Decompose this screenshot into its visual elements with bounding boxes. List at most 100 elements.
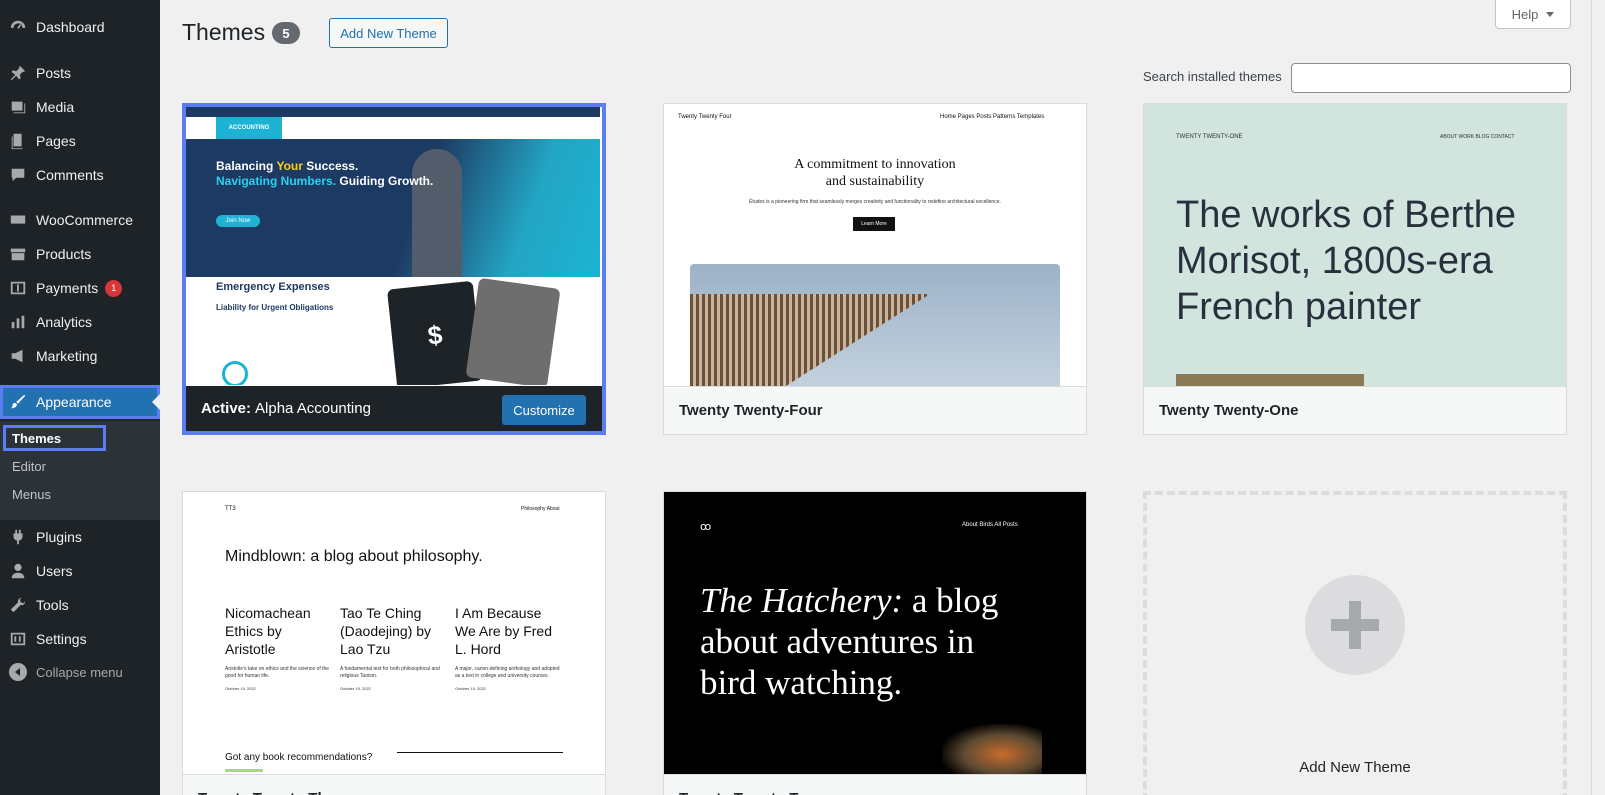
menu-comments[interactable]: Comments	[0, 158, 160, 192]
menu-label: Appearance	[36, 394, 112, 410]
search-themes-input[interactable]	[1291, 63, 1571, 93]
search-label: Search installed themes	[1143, 69, 1282, 84]
menu-plugins[interactable]: Plugins	[0, 520, 160, 554]
preview-excerpt: A major, canon-defining anthology and ad…	[455, 666, 560, 679]
menu-dashboard[interactable]: Dashboard	[0, 10, 160, 44]
theme-name: Twenty Twenty-Three	[183, 774, 605, 795]
help-button[interactable]: Help	[1495, 0, 1571, 29]
menu-media[interactable]: Media	[0, 90, 160, 124]
preview-heading: The Hatchery: a blog about adventures in…	[700, 580, 1030, 703]
settings-icon	[8, 629, 28, 649]
woocommerce-icon	[8, 210, 28, 230]
theme-name: Twenty Twenty-Four	[664, 386, 1086, 434]
menu-products[interactable]: Products	[0, 237, 160, 271]
theme-screenshot: ꝏ About Birds All Posts The Hatchery: a …	[664, 492, 1086, 774]
menu-label: Settings	[36, 631, 87, 647]
menu-label: Marketing	[36, 348, 98, 364]
menu-label: Comments	[36, 167, 104, 183]
plug-icon	[8, 527, 28, 547]
add-new-theme-label: Add New Theme	[1299, 759, 1411, 776]
preview-post-title: Tao Te Ching (Daodejing) by Lao Tzu	[340, 605, 432, 657]
menu-label: WooCommerce	[36, 212, 133, 228]
theme-footer: Active: Alpha Accounting Customize	[186, 386, 602, 431]
plus-icon	[1305, 575, 1405, 675]
preview-subheading: Liability for Urgent Obligations	[216, 303, 334, 312]
theme-screenshot: TWENTY TWENTY-ONE ABOUT WORK BLOG CONTAC…	[1144, 104, 1566, 386]
preview-accent-bar	[225, 769, 263, 772]
menu-pages[interactable]: Pages	[0, 124, 160, 158]
theme-card[interactable]: ꝏ About Birds All Posts The Hatchery: a …	[663, 491, 1087, 795]
media-icon	[8, 97, 28, 117]
preview-logo: ACCOUNTING	[216, 117, 282, 139]
preview-excerpt: A fundamental text for both philosophica…	[340, 666, 440, 679]
theme-name: Twenty Twenty-One	[1144, 386, 1566, 434]
menu-appearance[interactable]: Appearance	[0, 385, 160, 419]
preview-divider	[397, 752, 563, 753]
preview-heading: A commitment to innovation and sustainab…	[664, 156, 1086, 190]
help-label: Help	[1511, 6, 1539, 22]
preview-question: Got any book recommendations?	[225, 752, 373, 763]
submenu-themes[interactable]: Themes	[3, 425, 106, 451]
dashboard-icon	[8, 17, 28, 37]
theme-card[interactable]: TWENTY TWENTY-ONE ABOUT WORK BLOG CONTAC…	[1143, 103, 1567, 435]
submenu-editor[interactable]: Editor	[0, 453, 46, 479]
preview-heading: Emergency Expenses	[216, 281, 330, 293]
hero-text: Success.	[302, 159, 359, 173]
menu-posts[interactable]: Posts	[0, 56, 160, 90]
theme-name: Twenty Twenty-Two	[664, 774, 1086, 795]
hero-text: Balancing	[216, 159, 277, 173]
appearance-submenu: Themes Editor Menus	[0, 421, 160, 520]
menu-label: Plugins	[36, 529, 82, 545]
building-shape	[690, 294, 930, 386]
menu-payments[interactable]: Payments 1	[0, 271, 160, 305]
notification-badge: 1	[105, 279, 123, 297]
menu-label: Posts	[36, 65, 72, 81]
preview-date: October 19, 2022	[455, 686, 486, 691]
dropdown-arrow-icon	[1546, 11, 1555, 17]
theme-name: Alpha Accounting	[255, 400, 371, 417]
preview-logo: ꝏ	[700, 521, 712, 533]
menu-settings[interactable]: Settings	[0, 622, 160, 656]
theme-card[interactable]: TT3 Philosophy About Mindblown: a blog a…	[182, 491, 606, 795]
theme-card[interactable]: Twenty Twenty Four Home Pages Posts Patt…	[663, 103, 1087, 435]
preview-site-title: Twenty Twenty Four	[678, 114, 732, 120]
menu-label: Pages	[36, 133, 76, 149]
preview-nav: ABOUT WORK BLOG CONTACT	[1440, 134, 1515, 140]
menu-label: Analytics	[36, 314, 93, 330]
add-new-theme-card[interactable]: Add New Theme	[1143, 491, 1567, 795]
collapse-arrow-icon	[9, 663, 27, 681]
collapse-menu-button[interactable]: Collapse menu	[0, 657, 160, 687]
preview-hero-text: Balancing Your Success. Navigating Numbe…	[216, 159, 433, 189]
menu-tools[interactable]: Tools	[0, 588, 160, 622]
menu-label: Payments	[36, 280, 99, 296]
heading-line: and sustainability	[825, 174, 925, 189]
menu-users[interactable]: Users	[0, 554, 160, 588]
dollar-icon	[8, 278, 28, 298]
preview-heading: The works of Berthe Morisot, 1800s-era F…	[1176, 194, 1517, 328]
user-icon	[8, 561, 28, 581]
preview-heading: Mindblown: a blog about philosophy.	[225, 548, 483, 565]
menu-label: Users	[36, 563, 73, 579]
menu-analytics[interactable]: Analytics	[0, 305, 160, 339]
active-prefix: Active:	[201, 400, 252, 417]
preview-date: October 19, 2022	[225, 686, 256, 691]
archive-icon	[8, 244, 28, 264]
preview-site-title: TT3	[225, 506, 236, 512]
customize-button[interactable]: Customize	[502, 395, 586, 425]
add-new-theme-button[interactable]: Add New Theme	[329, 18, 448, 48]
theme-card-active[interactable]: ACCOUNTING Balancing Your Success. Navig…	[182, 103, 606, 435]
current-menu-arrow	[152, 394, 160, 410]
heading-italic: The Hatchery:	[700, 581, 904, 620]
menu-woocommerce[interactable]: WooCommerce	[0, 203, 160, 237]
page-scrollbar[interactable]	[1591, 0, 1605, 795]
menu-label: Media	[36, 99, 75, 115]
submenu-menus[interactable]: Menus	[0, 481, 51, 507]
preview-nav: Home Pages Posts Patterns Templates	[940, 114, 1045, 120]
preview-post-title: I Am Because We Are by Fred L. Hord	[455, 605, 553, 657]
preview-nav: About Birds All Posts	[962, 522, 1018, 528]
preview-progress-ring	[222, 361, 248, 385]
menu-marketing[interactable]: Marketing	[0, 339, 160, 373]
theme-screenshot: Twenty Twenty Four Home Pages Posts Patt…	[664, 104, 1086, 386]
preview-image	[1176, 374, 1364, 386]
hero-text: Guiding Growth.	[336, 174, 434, 188]
